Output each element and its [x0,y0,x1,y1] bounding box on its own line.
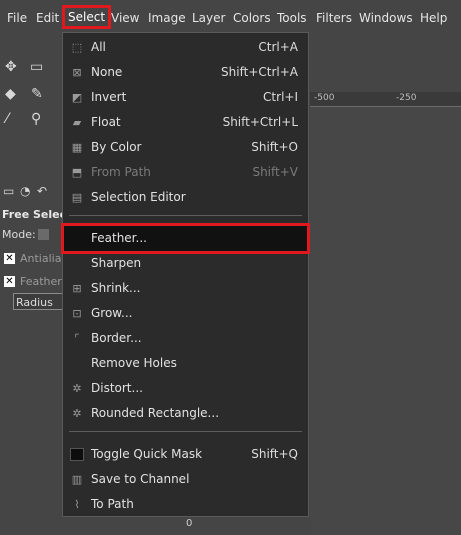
menu-colors[interactable]: Colors [233,10,271,26]
menu-item-save-to-channel[interactable]: ▥ Save to Channel [64,467,307,492]
menu-item-invert[interactable]: ◩ Invert Ctrl+I [64,85,307,110]
distort-icon: ✲ [72,382,82,395]
menu-item-none[interactable]: ⊠ None Shift+Ctrl+A [64,60,307,85]
menu-item-shortcut: Ctrl+A [258,40,298,54]
border-icon: ⌜ [74,332,80,345]
menu-item-rounded-rectangle[interactable]: ✲ Rounded Rectangle... [64,401,307,426]
menu-item-label: None [91,65,123,79]
menu-help[interactable]: Help [420,10,447,26]
menu-item-label: Distort... [91,381,143,395]
menu-tools[interactable]: Tools [277,10,307,26]
menu-item-label: Save to Channel [91,472,190,486]
menu-windows[interactable]: Windows [359,10,413,26]
menu-item-distort[interactable]: ✲ Distort... [64,376,307,401]
selection-editor-icon: ▤ [71,191,83,204]
menu-filters[interactable]: Filters [316,10,352,26]
ruler-label-250: -250 [396,93,417,103]
ruler-label-500: -500 [314,93,335,103]
menu-item-label: Toggle Quick Mask [91,447,203,461]
mode-replace-icon[interactable] [38,229,49,240]
feather-edges-checkbox[interactable]: ✕ [4,276,15,287]
color-picker-tool-icon[interactable]: ⁄ [6,111,8,127]
float-icon: ▰ [72,116,82,129]
menu-item-label: Rounded Rectangle... [91,406,220,420]
save-channel-icon: ▥ [71,473,83,486]
ruler-zero-label: 0 [186,518,193,529]
grow-icon: ⊡ [72,307,82,320]
horizontal-ruler: -500 -250 [310,92,461,107]
undo-history-tab-icon[interactable]: ↶ [37,184,47,198]
menu-item-label: Sharpen [91,256,142,270]
invert-icon: ◩ [71,91,83,104]
menu-separator [69,431,302,432]
select-all-icon: ⬚ [71,41,83,54]
tool-options-tab-icon[interactable]: ▭ [3,184,14,198]
select-none-icon: ⊠ [72,66,82,79]
menu-item-border[interactable]: ⌜ Border... [64,326,307,351]
device-status-tab-icon[interactable]: ◔ [20,184,30,198]
menu-item-by-color[interactable]: ▦ By Color Shift+O [64,135,307,160]
select-menu-dropdown: ⬚ All Ctrl+A ⊠ None Shift+Ctrl+A ◩ Inver… [61,32,310,517]
menu-file[interactable]: File [7,10,27,26]
menu-item-label: By Color [91,140,142,154]
by-color-icon: ▦ [71,141,83,154]
menu-item-feather[interactable]: Feather... [61,223,310,254]
feather-edges-label: Feather [20,275,62,288]
menu-item-label: Float [91,115,121,129]
radius-field[interactable]: Radius [13,293,63,310]
menu-item-label: Invert [91,90,127,104]
menu-item-remove-holes[interactable]: Remove Holes [64,351,307,376]
menu-item-label: Feather... [91,231,147,245]
menu-item-toggle-quick-mask[interactable]: Toggle Quick Mask Shift+Q [64,442,307,467]
menu-item-grow[interactable]: ⊡ Grow... [64,301,307,326]
antialias-label: Antialias [20,252,68,265]
menu-item-float[interactable]: ▰ Float Shift+Ctrl+L [64,110,307,135]
menu-item-shortcut: Shift+Ctrl+L [222,115,298,129]
to-path-icon: ⌇ [74,498,80,511]
menu-item-label: Shrink... [91,281,141,295]
zoom-tool-icon[interactable]: ⚲ [31,111,41,127]
menu-item-all[interactable]: ⬚ All Ctrl+A [64,35,307,60]
rect-select-tool-icon[interactable]: ▭ [30,59,43,75]
menu-item-shortcut: Shift+Ctrl+A [221,65,298,79]
tool-options-tabs: ▭ ◔ ↶ [0,184,62,204]
paintbrush-tool-icon[interactable]: ✎ [31,86,43,102]
move-tool-icon[interactable]: ✥ [5,59,17,75]
canvas-area[interactable] [310,107,461,535]
rounded-rectangle-icon: ✲ [72,407,82,420]
mode-label: Mode: [2,228,36,241]
menu-item-to-path[interactable]: ⌇ To Path [64,492,307,517]
menu-separator [69,215,302,216]
menu-view[interactable]: View [111,10,139,26]
shrink-icon: ⊞ [72,282,82,295]
menu-item-label: Border... [91,331,142,345]
menu-item-shrink[interactable]: ⊞ Shrink... [64,276,307,301]
bucket-fill-tool-icon[interactable]: ◆ [5,86,16,102]
menu-item-label: From Path [91,165,151,179]
menu-item-sharpen[interactable]: Sharpen [64,251,307,276]
menu-item-shortcut: Shift+Q [251,447,298,461]
menu-edit[interactable]: Edit [36,10,59,26]
menu-item-label: To Path [91,497,134,511]
tool-options-title: Free Select [2,208,72,221]
menu-item-shortcut: Shift+O [251,140,298,154]
menu-item-from-path[interactable]: ⬒ From Path Shift+V [64,160,307,185]
antialias-checkbox[interactable]: ✕ [4,253,15,264]
menu-item-shortcut: Ctrl+I [263,90,298,104]
menu-select[interactable]: Select [61,5,112,29]
menu-item-label: Selection Editor [91,190,186,204]
menu-image[interactable]: Image [148,10,186,26]
menu-item-label: Remove Holes [91,356,177,370]
menu-item-shortcut: Shift+V [252,165,298,179]
menu-layer[interactable]: Layer [192,10,225,26]
quick-mask-icon [70,448,84,461]
menu-bar: File Edit Select View Image Layer Colors… [0,0,461,34]
menu-item-label: All [91,40,106,54]
menu-item-label: Grow... [91,306,133,320]
menu-item-selection-editor[interactable]: ▤ Selection Editor [64,185,307,210]
from-path-icon: ⬒ [71,166,83,179]
